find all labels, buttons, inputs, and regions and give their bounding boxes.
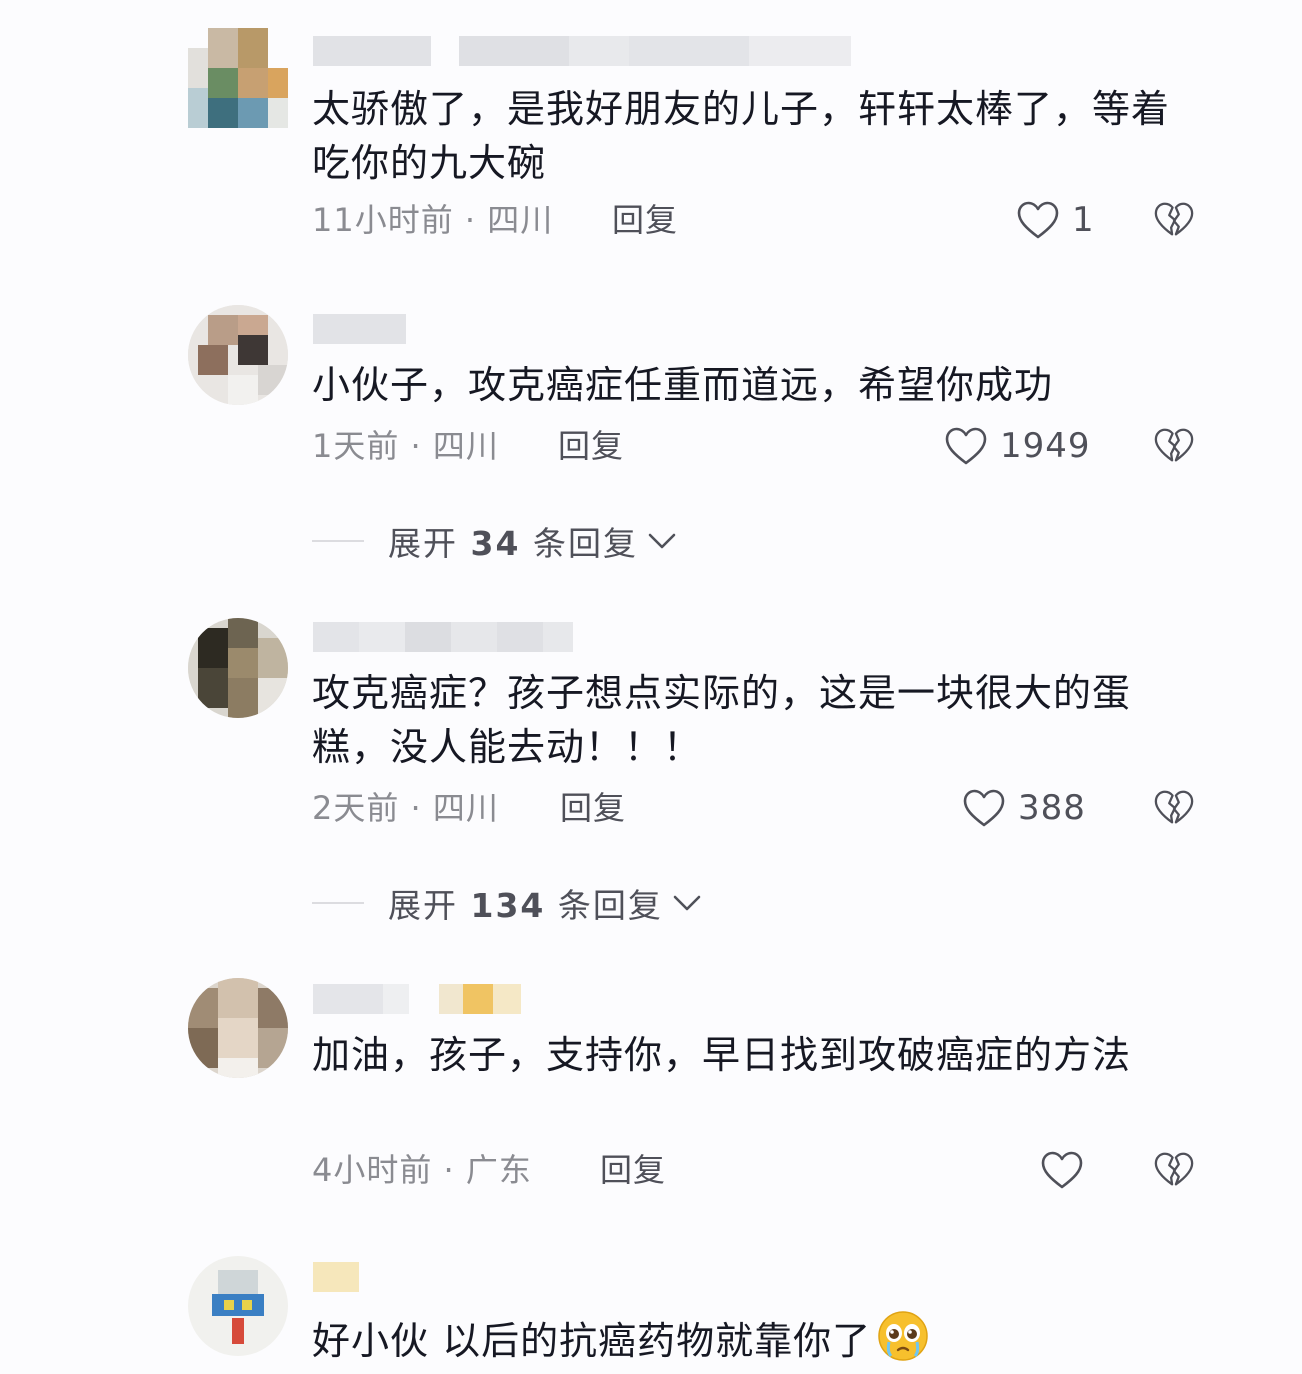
separator: · [453, 201, 488, 239]
reply-button[interactable]: 回复 [560, 786, 626, 830]
like-count: 388 [1018, 788, 1086, 828]
comment-time: 4小时前 [312, 1151, 433, 1189]
like-count: 1 [1072, 200, 1095, 240]
comment-meta: 2天前 · 四川 [312, 786, 499, 830]
username-blurred[interactable] [313, 36, 851, 66]
reply-button[interactable]: 回复 [612, 198, 678, 242]
dislike-button[interactable] [1152, 1148, 1196, 1192]
like-button[interactable]: 1 [1016, 198, 1095, 242]
divider [312, 540, 364, 542]
comment-location: 四川 [432, 427, 499, 465]
divider [312, 902, 364, 904]
comment-location: 四川 [432, 789, 499, 827]
comment-time: 1天前 [312, 427, 400, 465]
like-button[interactable]: 1949 [944, 424, 1091, 468]
separator: · [432, 1151, 466, 1189]
reply-button[interactable]: 回复 [600, 1148, 666, 1192]
comment-location: 广东 [465, 1151, 532, 1189]
expand-label: 展开 134 条回复 [388, 886, 663, 925]
chevron-down-icon [673, 895, 701, 911]
comment-time: 2天前 [312, 789, 400, 827]
comment-text: 太骄傲了，是我好朋友的儿子，轩轩太棒了，等着吃你的九大碗 [312, 87, 1171, 185]
avatar[interactable] [188, 28, 288, 128]
like-button[interactable]: 388 [962, 786, 1086, 830]
comment-location: 四川 [487, 201, 554, 239]
comment-meta: 1天前 · 四川 [312, 424, 499, 468]
username-blurred[interactable] [313, 1262, 359, 1292]
like-button[interactable] [1040, 1148, 1096, 1192]
broken-heart-icon [1154, 428, 1194, 462]
separator: · [399, 427, 433, 465]
dislike-button[interactable] [1152, 424, 1196, 468]
comment-text: 好小伙 以后的抗癌药物就靠你了 [312, 1310, 1212, 1368]
crying-face-emoji [878, 1311, 928, 1361]
expand-replies-button[interactable]: 展开 34 条回复 [312, 519, 678, 563]
comment-feed: 太骄傲了，是我好朋友的儿子，轩轩太棒了，等着吃你的九大碗 11小时前 · 四川 … [0, 0, 1302, 1374]
comment-text: 小伙子，攻克癌症任重而道远，希望你成功 [312, 363, 1054, 407]
expand-label: 展开 34 条回复 [388, 524, 638, 563]
broken-heart-icon [1154, 202, 1194, 236]
comment-meta: 4小时前 · 广东 [312, 1148, 532, 1192]
dislike-button[interactable] [1152, 786, 1196, 830]
comment-text: 攻克癌症？孩子想点实际的，这是一块很大的蛋糕，没人能去动！！！ [312, 671, 1132, 769]
username-blurred[interactable] [313, 984, 521, 1014]
like-count: 1949 [1000, 426, 1091, 466]
heart-outline-icon [963, 789, 1005, 827]
separator: · [399, 789, 433, 827]
avatar[interactable] [188, 1256, 288, 1356]
expand-replies-button[interactable]: 展开 134 条回复 [312, 881, 703, 925]
avatar[interactable] [188, 618, 288, 718]
chevron-down-icon [648, 533, 676, 549]
avatar[interactable] [188, 305, 288, 405]
username-blurred[interactable] [313, 314, 406, 344]
heart-outline-icon [945, 427, 987, 465]
comment-time: 11小时前 [312, 201, 454, 239]
heart-outline-icon [1041, 1151, 1083, 1189]
comment-text: 加油，孩子，支持你，早日找到攻破癌症的方法 [312, 1033, 1132, 1077]
broken-heart-icon [1154, 790, 1194, 824]
heart-outline-icon [1017, 201, 1059, 239]
dislike-button[interactable] [1152, 198, 1196, 242]
username-blurred[interactable] [313, 622, 573, 652]
reply-button[interactable]: 回复 [558, 424, 624, 468]
comment-meta: 11小时前 · 四川 [312, 198, 553, 242]
avatar[interactable] [188, 978, 288, 1078]
broken-heart-icon [1154, 1152, 1194, 1186]
